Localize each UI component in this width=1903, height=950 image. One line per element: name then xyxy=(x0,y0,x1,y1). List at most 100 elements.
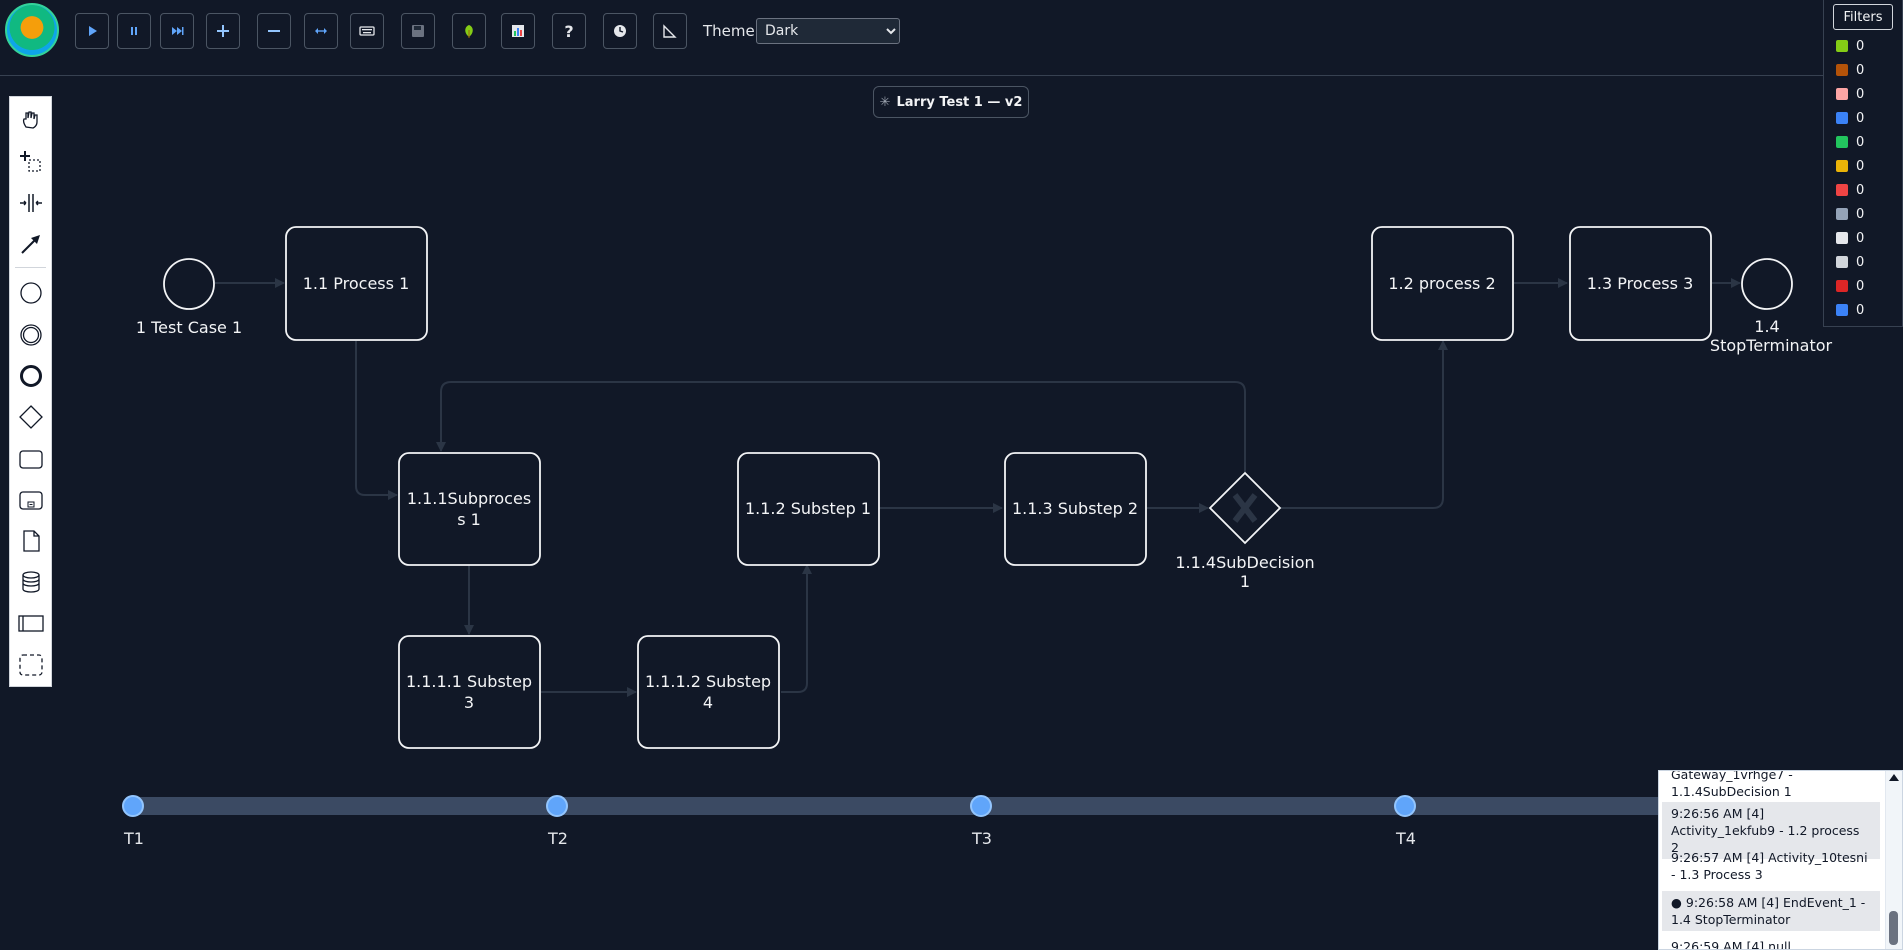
rounded-rect-icon xyxy=(19,450,43,469)
filter-row[interactable]: 0 xyxy=(1836,180,1864,200)
node-labels: 1 Test Case 1 1.1 Process 1 1.1.1Subproc… xyxy=(136,274,1833,712)
timeline-marker-t2[interactable] xyxy=(546,795,568,817)
hand-icon xyxy=(22,111,38,129)
app-logo xyxy=(5,3,59,57)
subprocess-tool[interactable] xyxy=(18,487,44,513)
filter-row[interactable]: 0 xyxy=(1836,156,1864,176)
start-event[interactable] xyxy=(163,258,215,310)
log-entry[interactable]: 9:26:59 AM [4] null xyxy=(1662,935,1880,949)
step-forward-button[interactable] xyxy=(160,13,194,49)
bold-circle-icon xyxy=(20,365,42,387)
gateway-subdecision1[interactable] xyxy=(1208,471,1282,545)
chart-button[interactable] xyxy=(501,13,535,49)
bar-chart-icon xyxy=(1836,136,1848,148)
user-icon xyxy=(1836,208,1848,220)
task-substep3[interactable] xyxy=(398,635,541,749)
end-event-label-1: 1.4 xyxy=(1754,317,1779,336)
task-substep2[interactable] xyxy=(1004,452,1147,566)
task-tool[interactable] xyxy=(18,446,44,472)
diamond-icon xyxy=(19,405,43,429)
log-scroll-thumb[interactable] xyxy=(1889,911,1898,945)
step-forward-icon xyxy=(172,27,184,35)
substep1-label: 1.1.2 Substep 1 xyxy=(745,499,871,518)
timeline-marker-t3[interactable] xyxy=(970,795,992,817)
timeline-marker-t1[interactable] xyxy=(122,795,144,817)
zoom-out-button[interactable] xyxy=(257,13,291,49)
filter-count: 0 xyxy=(1856,158,1865,174)
filter-count: 0 xyxy=(1856,62,1865,78)
log-scrollbar[interactable] xyxy=(1885,771,1902,949)
substep2-label: 1.1.3 Substep 2 xyxy=(1012,499,1138,518)
play-button[interactable] xyxy=(75,13,109,49)
flow-decision-loop-to-subprocess1[interactable] xyxy=(436,381,1246,472)
scroll-up-icon[interactable] xyxy=(1889,774,1899,781)
diagram-title-chip[interactable]: ✳ Larry Test 1 — v2 xyxy=(873,86,1029,118)
data-store-tool[interactable] xyxy=(18,569,44,595)
start-event-tool[interactable] xyxy=(18,280,44,306)
lasso-tool[interactable] xyxy=(18,149,44,175)
pause-button[interactable] xyxy=(117,13,151,49)
flow-decision-to-process2[interactable] xyxy=(1280,340,1448,509)
log-entry[interactable]: Gateway_1vrhge7 - 1.1.4SubDecision 1 xyxy=(1662,771,1880,803)
ruler-button[interactable] xyxy=(653,13,687,49)
timeline-track[interactable] xyxy=(127,797,1667,815)
filter-row[interactable]: 0 xyxy=(1836,60,1864,80)
log-entry[interactable]: ● 9:26:58 AM [4] EndEvent_1 - 1.4 StopTe… xyxy=(1662,891,1880,931)
filter-row[interactable]: 0 xyxy=(1836,300,1864,320)
task-process1[interactable] xyxy=(285,226,428,341)
filter-count: 0 xyxy=(1856,206,1865,222)
end-event[interactable] xyxy=(1741,258,1793,310)
filter-row[interactable]: 0 xyxy=(1836,108,1864,128)
gateway-tool[interactable] xyxy=(18,404,44,430)
keyboard-button[interactable] xyxy=(350,13,384,49)
toolbar: ? Theme: Dark xyxy=(0,0,1903,76)
filter-row[interactable]: 0 xyxy=(1836,228,1864,248)
filter-row[interactable]: 0 xyxy=(1836,84,1864,104)
subprocess-icon xyxy=(19,491,43,510)
space-tool[interactable] xyxy=(18,190,44,216)
play-icon xyxy=(89,26,97,36)
filter-row[interactable]: 0 xyxy=(1836,252,1864,272)
flow-substep4-to-substep1[interactable] xyxy=(781,564,812,693)
help-button[interactable]: ? xyxy=(552,13,586,49)
filter-count: 0 xyxy=(1856,278,1865,294)
leaf-button[interactable] xyxy=(452,13,486,49)
group-tool[interactable] xyxy=(18,652,44,678)
filter-row[interactable]: 0 xyxy=(1836,204,1864,224)
task-substep1[interactable] xyxy=(737,452,880,566)
timeline-marker-t4[interactable] xyxy=(1394,795,1416,817)
keyboard-icon xyxy=(359,26,375,36)
save-button[interactable] xyxy=(401,13,435,49)
sparkle-icon: ✳ xyxy=(879,94,891,110)
filter-row[interactable]: 0 xyxy=(1836,132,1864,152)
clock-button[interactable] xyxy=(603,13,637,49)
log-entry[interactable]: 9:26:57 AM [4] Activity_10tesni - 1.3 Pr… xyxy=(1662,846,1880,886)
flow-process1-to-subprocess1[interactable] xyxy=(355,341,398,500)
timeline-label-t1: T1 xyxy=(124,829,144,848)
filter-row[interactable]: 0 xyxy=(1836,276,1864,296)
task-process3[interactable] xyxy=(1569,226,1712,341)
theme-select[interactable]: Dark xyxy=(756,18,900,44)
end-event-tool[interactable] xyxy=(18,363,44,389)
filters-button[interactable]: Filters xyxy=(1833,4,1893,30)
pause-icon xyxy=(131,27,137,35)
filter-row[interactable]: 0 xyxy=(1836,36,1864,56)
task-substep4[interactable] xyxy=(637,635,780,749)
pool-tool[interactable] xyxy=(18,610,44,636)
filters-panel: Filters 0 0 0 0 0 0 0 0 0 0 0 0 xyxy=(1823,0,1903,327)
filter-count: 0 xyxy=(1856,86,1865,102)
data-object-tool[interactable] xyxy=(18,528,44,554)
task-subprocess1[interactable] xyxy=(398,452,541,566)
double-circle-icon xyxy=(20,324,42,346)
event-log-panel[interactable]: Gateway_1vrhge7 - 1.1.4SubDecision 1 9:2… xyxy=(1658,770,1903,950)
connect-tool[interactable] xyxy=(18,231,44,257)
fit-width-button[interactable] xyxy=(304,13,338,49)
intermediate-event-tool[interactable] xyxy=(18,322,44,348)
zoom-in-icon xyxy=(217,25,229,37)
task-process2[interactable] xyxy=(1371,226,1514,341)
leaf-icon xyxy=(465,25,473,38)
zoom-in-button[interactable] xyxy=(206,13,240,49)
pool-icon xyxy=(18,615,44,632)
hand-tool[interactable] xyxy=(18,107,44,133)
process1-label: 1.1 Process 1 xyxy=(303,274,410,293)
